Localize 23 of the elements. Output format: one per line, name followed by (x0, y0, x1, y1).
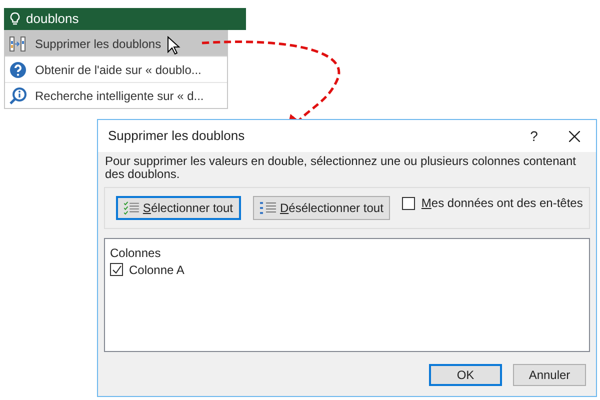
help-icon (9, 60, 27, 78)
headers-checkbox-label: Mes données ont des en-têtes (421, 195, 583, 212)
lightbulb-icon (10, 12, 20, 26)
mouse-cursor-icon (167, 36, 181, 56)
search-text: doublons (26, 10, 79, 28)
column-label: Colonne A (129, 262, 184, 278)
list-header: Colonnes (110, 245, 162, 261)
description-text: Pour supprimer les valeurs en double, sélectionnez une ou plusieurs colonnes contenant des doublons. (104, 153, 577, 181)
column-checkbox[interactable] (110, 263, 123, 276)
close-icon (568, 130, 580, 142)
ok-button[interactable]: OK (429, 364, 502, 386)
select-all-button[interactable]: Sélectionner tout (116, 196, 241, 220)
checklist-icon (124, 201, 139, 215)
info-search-icon (9, 86, 27, 104)
cancel-button[interactable]: Annuler (513, 364, 586, 386)
menu-item[interactable]: Supprimer les doublons (5, 31, 227, 56)
search-box[interactable]: doublons (4, 8, 246, 30)
headers-checkbox[interactable] (402, 196, 416, 210)
help-button[interactable]: ? (516, 120, 552, 152)
deselect-all-button[interactable]: Désélectionner tout (253, 196, 390, 220)
list-icon (260, 201, 276, 215)
dialog-title: Supprimer les doublons (108, 127, 246, 146)
columns-icon (9, 36, 27, 52)
